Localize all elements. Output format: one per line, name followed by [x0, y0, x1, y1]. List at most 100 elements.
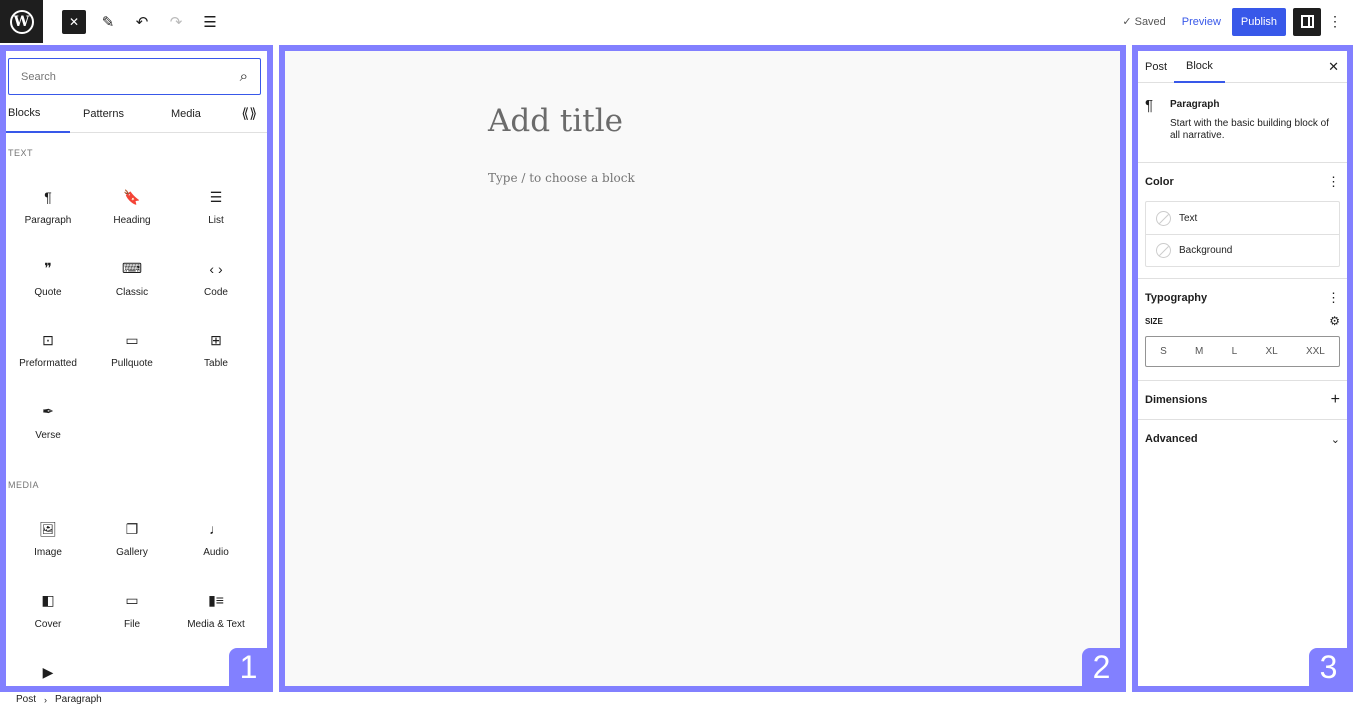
wordpress-logo-button[interactable]: W: [0, 0, 43, 43]
block-quote[interactable]: ❞ Quote: [6, 244, 90, 316]
more-vertical-icon: ⋮: [1327, 290, 1340, 305]
block-audio[interactable]: ♩ Audio: [174, 504, 258, 576]
block-video[interactable]: ▶: [6, 647, 90, 686]
color-item-label: Text: [1179, 212, 1198, 224]
color-options-button[interactable]: ⋮: [1327, 174, 1340, 190]
gallery-icon: ❐: [125, 520, 139, 537]
block-image[interactable]: 🖼 Image: [6, 504, 90, 576]
text-blocks-grid: ¶ Paragraph 🔖 Heading ☰ List ❞ Quote ⌨ Classi…: [6, 172, 267, 458]
block-label: Pullquote: [111, 358, 153, 369]
preview-button[interactable]: Preview: [1182, 16, 1221, 28]
block-preformatted[interactable]: ⊡ Preformatted: [6, 315, 90, 387]
undo-button[interactable]: ↶: [130, 10, 154, 34]
publish-button[interactable]: Publish: [1231, 7, 1286, 36]
block-label: Media & Text: [187, 618, 245, 630]
block-label: Image: [34, 547, 62, 558]
tab-media[interactable]: Media: [169, 95, 203, 133]
typography-heading: Typography: [1145, 292, 1208, 304]
block-table[interactable]: ⊞ Table: [174, 315, 258, 387]
dimensions-heading: Dimensions: [1145, 394, 1208, 406]
search-placeholder: Search: [21, 70, 56, 83]
block-heading[interactable]: 🔖 Heading: [90, 172, 174, 244]
close-panel-icon: ⟪⟫: [241, 105, 257, 121]
tab-blocks[interactable]: Blocks: [6, 95, 70, 133]
color-background-option[interactable]: Background: [1146, 234, 1339, 266]
table-icon: ⊞: [210, 331, 222, 348]
cover-icon: ◧: [41, 592, 55, 608]
settings-toggle-button[interactable]: [1293, 7, 1321, 36]
block-label: Heading: [113, 215, 151, 226]
settings-sidebar-panel: Post Block ✕ ¶ Paragraph Start with the …: [1132, 45, 1353, 692]
block-list[interactable]: ☰ List: [174, 172, 258, 244]
bookmark-icon: 🔖: [123, 188, 141, 205]
tab-block[interactable]: Block: [1174, 51, 1225, 83]
tab-patterns[interactable]: Patterns: [81, 95, 126, 133]
block-card: ¶ Paragraph Start with the basic buildin…: [1138, 83, 1347, 163]
block-gallery[interactable]: ❐ Gallery: [90, 504, 174, 576]
size-label: SIZE: [1145, 316, 1163, 326]
wordpress-icon: W: [9, 9, 34, 34]
typography-options-button[interactable]: ⋮: [1327, 290, 1340, 306]
custom-size-button[interactable]: ⚙: [1329, 314, 1340, 328]
block-pullquote[interactable]: ▭ Pullquote: [90, 315, 174, 387]
block-code[interactable]: ‹ › Code: [174, 244, 258, 316]
advanced-panel[interactable]: Advanced ⌄: [1138, 420, 1347, 458]
block-card-description: Start with the basic building block of a…: [1170, 118, 1329, 141]
sidebar-icon: [1300, 15, 1314, 28]
editor-canvas[interactable]: Add title Type / to choose a block: [285, 51, 1120, 686]
more-vertical-icon: ⋮: [1328, 13, 1342, 29]
close-inserter-tab[interactable]: ⟪⟫: [239, 95, 259, 133]
settings-sliders-icon: ⚙: [1329, 314, 1340, 328]
folder-icon: ▭: [125, 592, 139, 608]
block-media-text[interactable]: ▮≡ Media & Text: [174, 576, 258, 648]
close-inserter-button[interactable]: ✕: [62, 9, 86, 34]
block-appender[interactable]: Type / to choose a block: [488, 171, 635, 185]
block-classic[interactable]: ⌨ Classic: [90, 244, 174, 316]
search-input[interactable]: Search ⌕: [8, 58, 261, 95]
color-text-option[interactable]: Text: [1146, 202, 1339, 234]
document-overview-button[interactable]: ☰: [198, 10, 222, 34]
tab-post[interactable]: Post: [1138, 51, 1174, 83]
tools-button[interactable]: ✎: [96, 10, 120, 34]
close-icon: ✕: [1328, 59, 1339, 74]
search-icon: ⌕: [239, 68, 248, 85]
close-sidebar-button[interactable]: ✕: [1328, 59, 1339, 75]
image-icon: 🖼: [39, 520, 57, 537]
color-panel: Color ⋮ Text Background: [1138, 163, 1347, 279]
block-label: Code: [204, 286, 228, 298]
video-icon: ▶: [42, 663, 54, 680]
undo-icon: ↶: [135, 13, 149, 31]
feather-icon: ✒: [42, 403, 54, 419]
post-title-input[interactable]: Add title: [488, 103, 623, 139]
size-option[interactable]: S: [1160, 346, 1167, 357]
top-toolbar: W ✕ ✎ ↶ ↷ ☰ ✓ Saved Preview Publish ⋮: [0, 0, 1353, 43]
color-item-label: Background: [1179, 245, 1233, 256]
block-file[interactable]: ▭ File: [90, 576, 174, 648]
editor-canvas-panel: Add title Type / to choose a block 2: [279, 45, 1126, 692]
size-option[interactable]: L: [1232, 346, 1238, 357]
block-verse[interactable]: ✒ Verse: [6, 387, 90, 459]
block-card-title: Paragraph: [1170, 99, 1220, 110]
chevron-down-icon: ⌄: [1330, 433, 1340, 446]
pullquote-icon: ▭: [125, 331, 139, 348]
chevron-right-icon: ›: [44, 694, 48, 705]
panel-number-badge: 2: [1082, 648, 1121, 687]
redo-button[interactable]: ↷: [164, 10, 188, 34]
size-option[interactable]: XXL: [1306, 346, 1325, 357]
advanced-heading: Advanced: [1145, 433, 1198, 445]
block-label: Cover: [34, 618, 62, 630]
block-label: Audio: [203, 547, 229, 558]
inserter-tabs: Blocks Patterns Media ⟪⟫: [6, 95, 267, 133]
pencil-icon: ✎: [101, 13, 115, 31]
add-dimensions-button[interactable]: +: [1331, 391, 1340, 409]
options-menu-button[interactable]: ⋮: [1327, 10, 1343, 34]
size-option[interactable]: M: [1195, 346, 1203, 357]
paragraph-icon: ¶: [44, 189, 52, 205]
block-cover[interactable]: ◧ Cover: [6, 576, 90, 648]
breadcrumb-item-post[interactable]: Post: [16, 694, 36, 705]
size-option[interactable]: XL: [1265, 346, 1277, 357]
block-label: List: [208, 215, 224, 226]
block-label: Preformatted: [19, 358, 77, 369]
breadcrumb-item-paragraph[interactable]: Paragraph: [55, 694, 102, 705]
block-paragraph[interactable]: ¶ Paragraph: [6, 172, 90, 244]
